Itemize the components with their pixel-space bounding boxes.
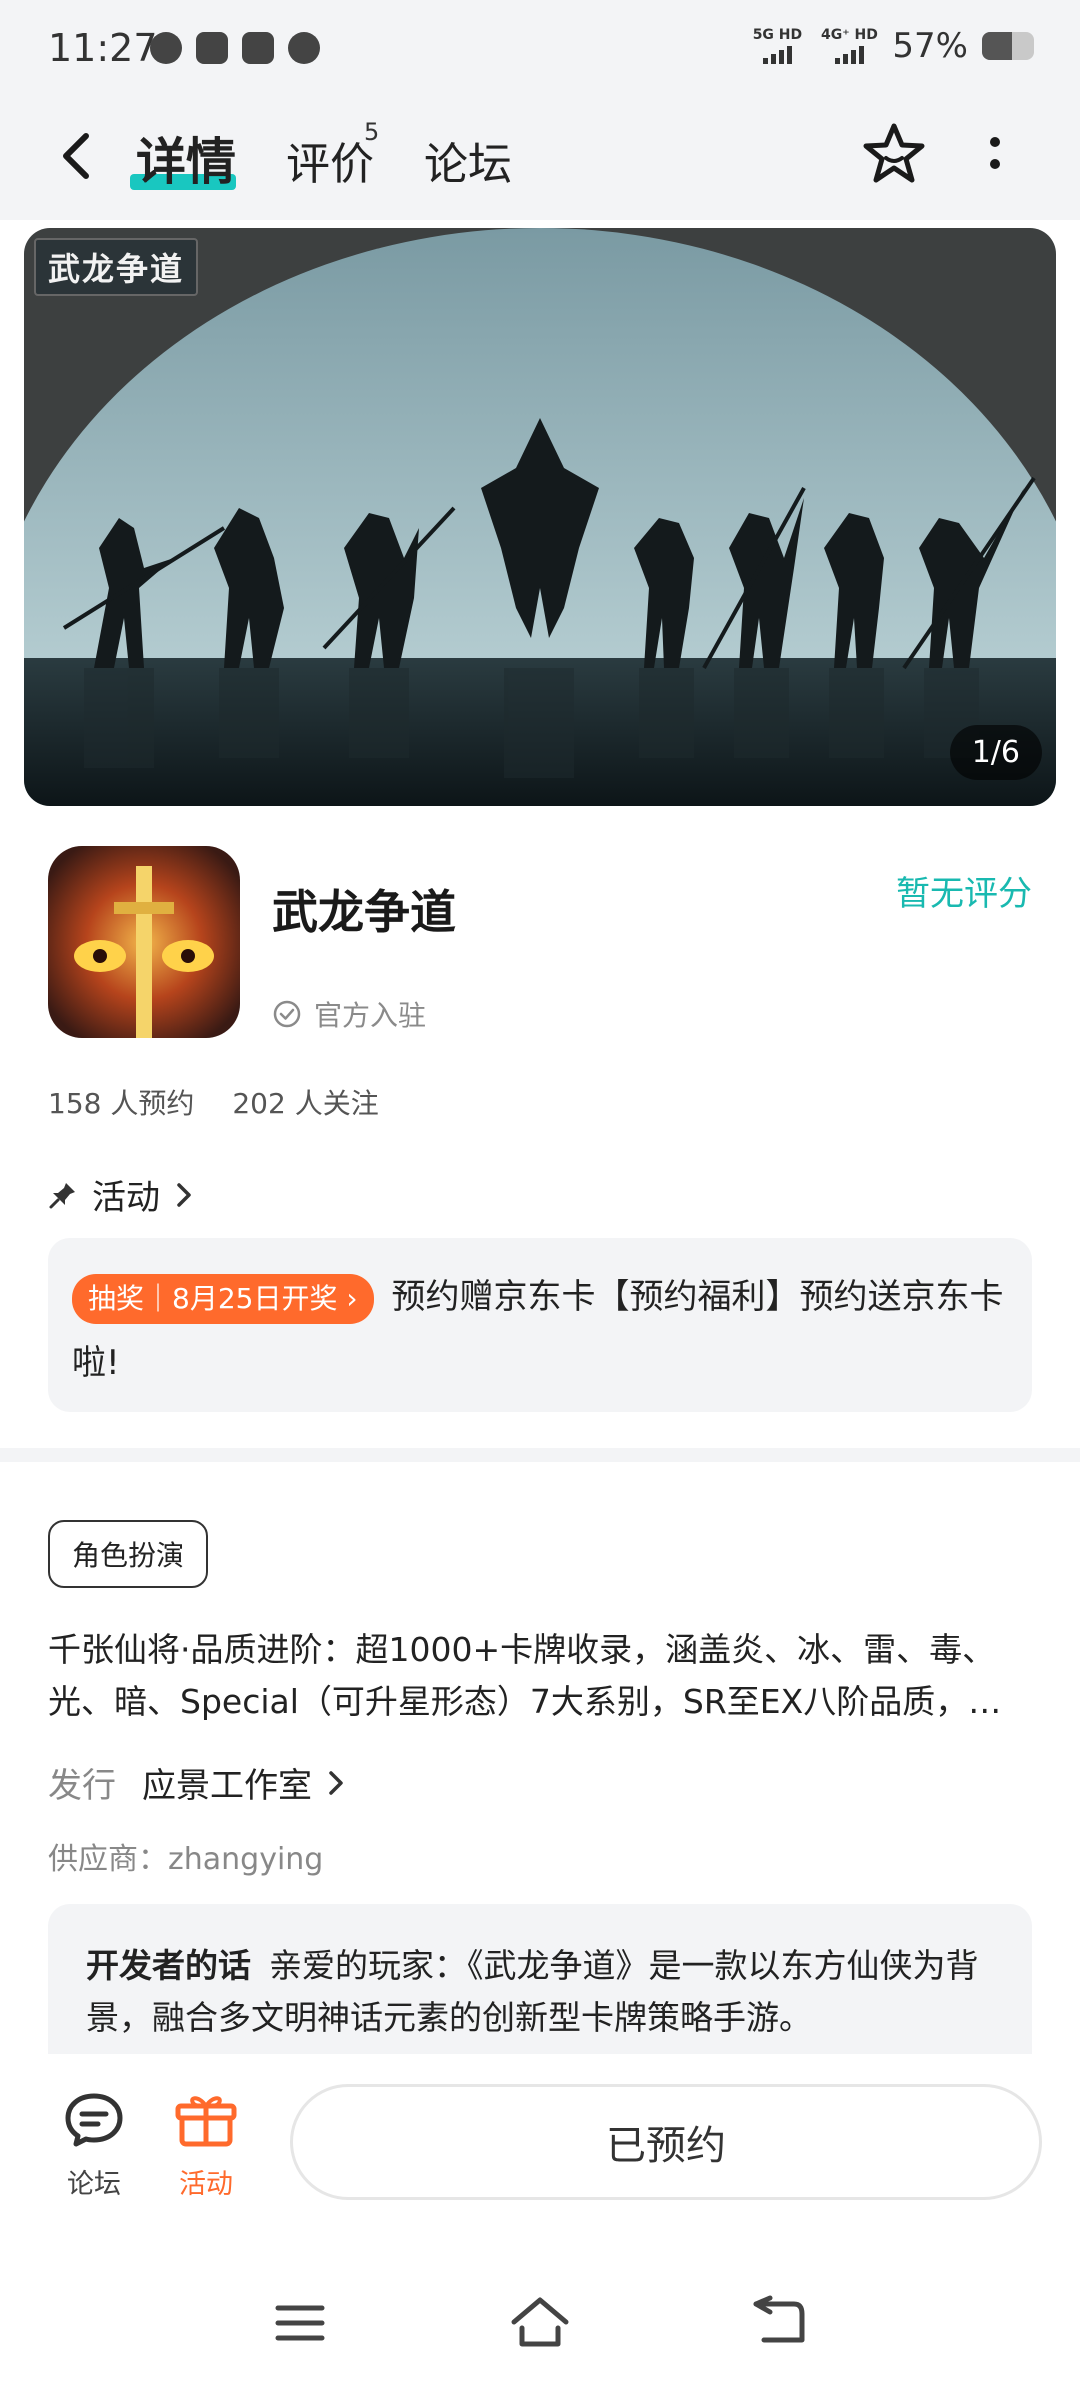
recent-apps-icon[interactable] bbox=[272, 2300, 328, 2346]
official-badge: 官方入驻 bbox=[272, 994, 426, 1034]
signal-5g-icon: 5G HD bbox=[748, 28, 806, 64]
chevron-right-icon bbox=[329, 1770, 343, 1795]
publisher-label: 发行 bbox=[48, 1766, 116, 1806]
publisher-row[interactable]: 发行 应景工作室 bbox=[48, 1758, 346, 1807]
activity-heading: 活动 bbox=[92, 1178, 160, 1218]
back-arrow-icon[interactable] bbox=[50, 126, 106, 186]
message-icon bbox=[242, 32, 274, 64]
section-divider bbox=[0, 1448, 1080, 1462]
rating-status: 暂无评分 bbox=[896, 874, 1032, 914]
forum-chat-icon bbox=[65, 2093, 123, 2147]
reserved-button[interactable]: 已预约 bbox=[290, 2084, 1042, 2200]
gift-icon bbox=[175, 2096, 237, 2147]
bottom-action-bar: 论坛 活动 已预约 bbox=[0, 2054, 1080, 2254]
battery-icon bbox=[982, 32, 1034, 60]
review-count-badge: 5 bbox=[364, 118, 380, 146]
banner-artwork bbox=[24, 228, 1056, 806]
system-back-icon[interactable] bbox=[750, 2294, 808, 2350]
supplier-info: 供应商：zhangying bbox=[48, 1842, 324, 1877]
vivo-app-icon bbox=[196, 32, 228, 64]
sync-icon bbox=[150, 32, 182, 64]
verified-check-icon bbox=[273, 1000, 301, 1028]
activity-card[interactable]: 抽奖｜8月25日开奖 › 预约赠京东卡【预约福利】预约送京东卡啦! bbox=[48, 1238, 1032, 1412]
app-name: 武龙争道 bbox=[272, 885, 456, 939]
status-bar: 11:27 5G HD 4G⁺ HD 57% bbox=[0, 0, 1080, 100]
fan-app-icon bbox=[288, 32, 320, 64]
developer-note-card[interactable]: 开发者的话 亲爱的玩家：《武龙争道》是一款以东方仙侠为背景，融合多文明神话元素的创… bbox=[48, 1904, 1032, 2054]
favorite-star-icon[interactable] bbox=[860, 120, 928, 188]
banner-logo: 武龙争道 bbox=[34, 238, 199, 296]
lottery-tag: 抽奖｜8月25日开奖 › bbox=[72, 1273, 374, 1324]
app-icon bbox=[48, 846, 240, 1038]
bottom-nav-activity[interactable]: 活动 bbox=[166, 2090, 246, 2201]
system-nav-bar bbox=[0, 2254, 1080, 2400]
status-time: 11:27 bbox=[48, 26, 158, 70]
activity-section-link[interactable]: 活动 bbox=[48, 1170, 194, 1219]
bottom-nav-forum[interactable]: 论坛 bbox=[54, 2090, 134, 2201]
more-options-icon[interactable] bbox=[980, 130, 1010, 180]
tab-reviews[interactable]: 评价 bbox=[286, 128, 374, 192]
follower-count: 202 人关注 bbox=[232, 1087, 379, 1120]
tab-details[interactable]: 详情 bbox=[136, 122, 236, 194]
developer-note-label: 开发者的话 bbox=[86, 1946, 251, 1985]
signal-4g-icon: 4G⁺ HD bbox=[820, 28, 878, 64]
game-description[interactable]: 千张仙将·品质进阶：超1000+卡牌收录，涵盖炎、冰、雷、毒、光、暗、Speci… bbox=[48, 1624, 1038, 1728]
home-icon[interactable] bbox=[508, 2294, 572, 2350]
reservation-count: 158 人预约 bbox=[48, 1087, 195, 1120]
pin-icon bbox=[49, 1182, 75, 1208]
status-notification-icons bbox=[150, 32, 320, 64]
screenshot-carousel[interactable]: 武龙争道 1/6 bbox=[24, 228, 1056, 806]
carousel-counter: 1/6 bbox=[949, 725, 1042, 780]
genre-tag[interactable]: 角色扮演 bbox=[48, 1520, 209, 1588]
app-stats: 158 人预约 202 人关注 bbox=[48, 1082, 379, 1122]
top-nav: 详情 评价 5 论坛 bbox=[0, 100, 1080, 220]
tab-forum[interactable]: 论坛 bbox=[424, 128, 512, 192]
publisher-name: 应景工作室 bbox=[142, 1766, 312, 1806]
battery-percent: 57% bbox=[892, 26, 968, 66]
chevron-right-icon bbox=[177, 1182, 191, 1207]
